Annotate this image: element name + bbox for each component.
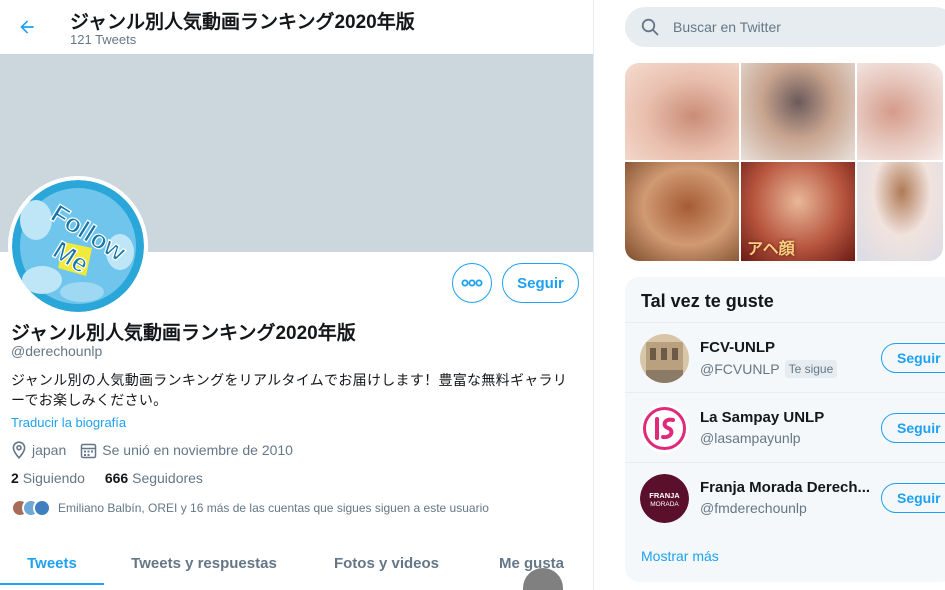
show-more-link[interactable]: Mostrar más [641, 548, 719, 564]
following-label: Siguiendo [22, 470, 85, 486]
location-item: japan [11, 441, 66, 459]
mutual-avatar [33, 499, 51, 517]
followers-you-know[interactable]: Emiliano Balbín, OREI y 16 más de las cu… [11, 498, 489, 518]
franja-logo-text: FRANJA [649, 491, 680, 500]
mutual-avatars [11, 499, 51, 517]
suggestion-follow-button[interactable]: Seguir [881, 483, 945, 513]
calendar-icon [81, 443, 97, 458]
profile-handle: @derechounlp [11, 343, 103, 359]
suggestion-avatar [640, 334, 689, 383]
following-count: 2 [11, 470, 19, 486]
media-thumbnail[interactable] [625, 162, 739, 261]
profile-avatar[interactable]: Follow Me [8, 176, 148, 316]
followers-you-know-text: Emiliano Balbín, OREI y 16 más de las cu… [58, 501, 489, 515]
joined-item: Se unió en noviembre de 2010 [80, 442, 293, 459]
profile-header-bar: ジャンル別人気動画ランキング2020年版 121 Tweets [0, 0, 593, 54]
followers-link[interactable]: 666 Seguidores [105, 470, 203, 486]
media-gallery: アヘ顔 [625, 63, 943, 261]
profile-name: ジャンル別人気動画ランキング2020年版 [11, 323, 356, 344]
media-thumbnail[interactable] [857, 63, 943, 160]
suggestion-item[interactable]: La Sampay UNLP @lasampayunlp Seguir [625, 392, 945, 462]
tab-tweets[interactable]: Tweets [0, 538, 104, 588]
suggestion-follow-button[interactable]: Seguir [881, 413, 945, 443]
suggestion-handle: @fmderechounlp [700, 500, 807, 516]
morada-logo-text: MORADA [650, 501, 679, 508]
header-title: ジャンル別人気動画ランキング2020年版 [70, 12, 415, 33]
suggestion-handle-row: @FCVUNLP Te sigue [700, 360, 838, 378]
profile-column: ジャンル別人気動画ランキング2020年版 121 Tweets Follow M… [0, 0, 594, 590]
back-button[interactable] [12, 12, 42, 42]
suggestion-name: La Sampay UNLP [700, 409, 825, 426]
tab-tweets-and-replies[interactable]: Tweets y respuestas [104, 538, 304, 588]
following-link[interactable]: 2 Siguiendo [11, 470, 85, 486]
translate-bio-link[interactable]: Traducir la biografía [11, 415, 126, 430]
search-icon [641, 18, 659, 36]
media-caption: アヘ顔 [747, 239, 795, 258]
suggestion-item[interactable]: FRANJA MORADA Franja Morada Derech... @f… [625, 462, 945, 532]
suggestion-avatar: FRANJA MORADA [640, 474, 689, 523]
suggestion-avatar [640, 404, 689, 453]
search-box[interactable] [625, 7, 945, 47]
suggestion-handle: @lasampayunlp [700, 430, 801, 446]
who-to-follow-title: Tal vez te guste [641, 291, 774, 311]
building-avatar-image [640, 334, 689, 383]
right-sidebar: アヘ顔 Tal vez te guste FCV-UNLP @FCVUNLP T… [594, 0, 945, 590]
followers-count: 666 [104, 470, 129, 486]
suggestion-follow-button[interactable]: Seguir [881, 343, 945, 373]
media-thumbnail[interactable] [857, 162, 943, 261]
media-thumbnail[interactable]: アヘ顔 [741, 162, 855, 261]
follow-button[interactable]: Seguir [502, 263, 579, 303]
more-dots-icon [461, 279, 483, 287]
follow-stats: 2 Siguiendo 666 Seguidores [11, 470, 219, 486]
profile-bio: ジャンル別の人気動画ランキングをリアルタイムでお届けします！豊富な無料ギャラリー… [11, 372, 568, 408]
suggestion-name: Franja Morada Derech... [700, 479, 871, 496]
profile-tabs: Tweets Tweets y respuestas Fotos y video… [0, 538, 593, 588]
location-pin-icon [12, 441, 26, 459]
follow-me-avatar-image: Follow Me [12, 180, 144, 312]
tab-photos-videos[interactable]: Fotos y videos [304, 538, 469, 588]
media-thumbnail[interactable] [625, 63, 739, 160]
follows-you-badge: Te sigue [784, 360, 838, 378]
franja-morada-logo-icon: FRANJA MORADA [640, 474, 689, 523]
profile-meta: japan Se unió en noviembre de 2010 [11, 440, 307, 460]
joined-text: Se unió en noviembre de 2010 [102, 442, 293, 458]
who-to-follow-panel: Tal vez te guste FCV-UNLP @FCVUNLP Te si… [625, 277, 945, 582]
back-arrow-icon [20, 20, 34, 34]
media-thumbnail[interactable] [741, 63, 855, 160]
suggestion-name: FCV-UNLP [700, 339, 775, 356]
followers-label: Seguidores [132, 470, 203, 486]
location-text: japan [32, 442, 67, 458]
suggestion-handle-row: @lasampayunlp [700, 430, 801, 446]
suggestion-item[interactable]: FCV-UNLP @FCVUNLP Te sigue Seguir [625, 322, 945, 392]
suggestion-handle: @FCVUNLP [700, 361, 780, 377]
header-tweets-count: 121 Tweets [70, 32, 137, 47]
search-input[interactable] [673, 19, 933, 35]
sampay-logo-icon [640, 404, 689, 453]
more-options-button[interactable] [452, 263, 492, 303]
suggestion-handle-row: @fmderechounlp [700, 500, 807, 516]
